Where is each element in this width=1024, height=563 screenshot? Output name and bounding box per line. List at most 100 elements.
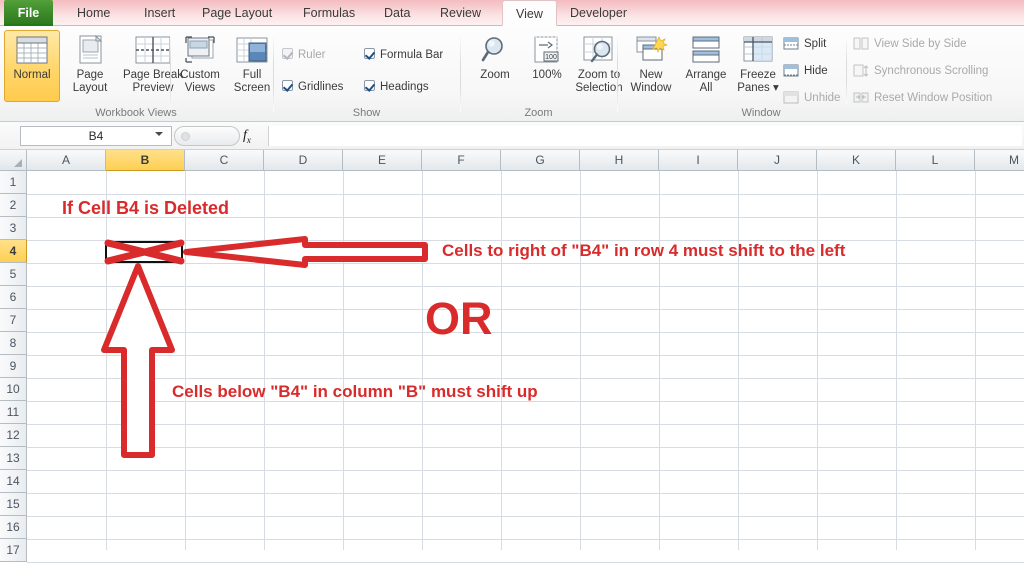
checkbox-ruler[interactable]: Ruler (282, 48, 325, 61)
command-split[interactable]: Split (782, 34, 826, 54)
tab-view[interactable]: View (502, 0, 557, 26)
button-freeze-panes-label1: Freeze (740, 69, 776, 81)
custom-views-icon (183, 34, 217, 69)
command-view-side-by-side[interactable]: View Side by Side (852, 34, 966, 54)
column-header-k[interactable]: K (817, 150, 896, 171)
reset-position-icon (853, 91, 869, 105)
gridline-horizontal (27, 263, 1024, 264)
gridline-horizontal (27, 401, 1024, 402)
sync-scroll-icon (853, 64, 869, 78)
button-page-break-label2: Preview (132, 81, 174, 94)
column-header-l[interactable]: L (896, 150, 975, 171)
row-header-6[interactable]: 6 (0, 286, 27, 309)
gridline-horizontal (27, 240, 1024, 241)
command-reset-window-position[interactable]: Reset Window Position (852, 88, 992, 108)
column-header-i[interactable]: I (659, 150, 738, 171)
spreadsheet-grid: ABCDEFGHIJKLMN 1234567891011121314151617 (0, 150, 1024, 563)
row-header-8[interactable]: 8 (0, 332, 27, 355)
command-hide[interactable]: Hide (782, 61, 828, 81)
column-header-f[interactable]: F (422, 150, 501, 171)
checkbox-formula-bar[interactable]: Formula Bar (364, 48, 443, 61)
button-freeze-panes[interactable]: Freeze Panes ▾ (730, 30, 786, 102)
row-header-17[interactable]: 17 (0, 539, 27, 562)
column-header-a[interactable]: A (27, 150, 106, 171)
cancel-icon (181, 132, 190, 141)
gridline-horizontal (27, 493, 1024, 494)
column-header-b[interactable]: B (106, 150, 185, 171)
column-header-c[interactable]: C (185, 150, 264, 171)
formula-input[interactable] (268, 126, 1022, 146)
button-new-window[interactable]: New Window (623, 30, 679, 102)
tab-page-layout[interactable]: Page Layout (189, 0, 285, 26)
button-new-window-label2: Window (630, 81, 672, 94)
name-box[interactable]: B4 (20, 126, 172, 146)
group-show: Ruler Formula Bar Gridlines Headings Sho… (274, 26, 459, 121)
tab-insert[interactable]: Insert (131, 0, 188, 26)
checkbox-ruler-box (282, 48, 293, 59)
button-new-window-label1: New (639, 69, 663, 81)
column-header-e[interactable]: E (343, 150, 422, 171)
button-custom-views[interactable]: Custom Views (172, 30, 228, 102)
ribbon-tab-bar: File Home Insert Page Layout Formulas Da… (0, 0, 1024, 26)
checkbox-formula-bar-box (364, 48, 375, 59)
checkbox-headings[interactable]: Headings (364, 80, 429, 93)
row-header-11[interactable]: 11 (0, 401, 27, 424)
row-header-14[interactable]: 14 (0, 470, 27, 493)
row-header-1[interactable]: 1 (0, 171, 27, 194)
page-break-icon (133, 34, 173, 69)
row-header-9[interactable]: 9 (0, 355, 27, 378)
zoom-selection-icon (581, 34, 617, 69)
command-unhide[interactable]: Unhide (782, 88, 840, 108)
command-reset-window-position-label: Reset Window Position (874, 92, 993, 104)
checkbox-formula-bar-label: Formula Bar (380, 49, 444, 61)
column-header-h[interactable]: H (580, 150, 659, 171)
unhide-icon (783, 91, 799, 105)
tab-formulas[interactable]: Formulas (290, 0, 368, 26)
button-page-layout-label2: Layout (72, 81, 108, 94)
button-full-screen[interactable]: Full Screen (224, 30, 280, 102)
row-header-7[interactable]: 7 (0, 309, 27, 332)
fx-icon[interactable]: fx (243, 128, 251, 145)
row-header-16[interactable]: 16 (0, 516, 27, 539)
command-synchronous-scrolling[interactable]: Synchronous Scrolling (852, 61, 988, 81)
column-header-g[interactable]: G (501, 150, 580, 171)
gridline-horizontal (27, 447, 1024, 448)
row-header-13[interactable]: 13 (0, 447, 27, 470)
button-zoom-label: Zoom (480, 69, 510, 81)
row-header-15[interactable]: 15 (0, 493, 27, 516)
checkbox-gridlines-label: Gridlines (298, 81, 344, 93)
page-layout-icon (73, 34, 107, 69)
row-header-12[interactable]: 12 (0, 424, 27, 447)
column-header-j[interactable]: J (738, 150, 817, 171)
row-header-5[interactable]: 5 (0, 263, 27, 286)
freeze-panes-icon (741, 34, 775, 69)
command-view-side-by-side-label: View Side by Side (874, 38, 967, 50)
row-header-2[interactable]: 2 (0, 194, 27, 217)
gridline-horizontal (27, 355, 1024, 356)
button-zoom[interactable]: Zoom (467, 30, 523, 102)
group-separator-window-inner (846, 34, 847, 104)
tab-review[interactable]: Review (427, 0, 494, 26)
button-normal-view[interactable]: Normal (4, 30, 60, 102)
row-header-10[interactable]: 10 (0, 378, 27, 401)
button-arrange-all[interactable]: Arrange All (678, 30, 734, 102)
button-page-layout-view[interactable]: Page Layout (62, 30, 118, 102)
column-header-d[interactable]: D (264, 150, 343, 171)
formula-bar-buttons[interactable] (174, 126, 240, 146)
split-icon (783, 37, 799, 51)
row-header-4[interactable]: 4 (0, 240, 27, 263)
checkbox-gridlines[interactable]: Gridlines (282, 80, 343, 93)
row-header-3[interactable]: 3 (0, 217, 27, 240)
button-zoom-to-selection-label2: Selection (575, 81, 623, 94)
column-header-m[interactable]: M (975, 150, 1024, 171)
tab-file[interactable]: File (4, 0, 53, 26)
command-split-label: Split (804, 38, 827, 50)
tab-home[interactable]: Home (64, 0, 123, 26)
gridline-horizontal (27, 286, 1024, 287)
group-label-workbook-views: Workbook Views (95, 107, 177, 119)
command-unhide-label: Unhide (804, 92, 841, 104)
tab-developer[interactable]: Developer (557, 0, 640, 26)
gridline-horizontal (27, 470, 1024, 471)
chevron-down-icon[interactable] (155, 132, 163, 136)
tab-data[interactable]: Data (371, 0, 423, 26)
